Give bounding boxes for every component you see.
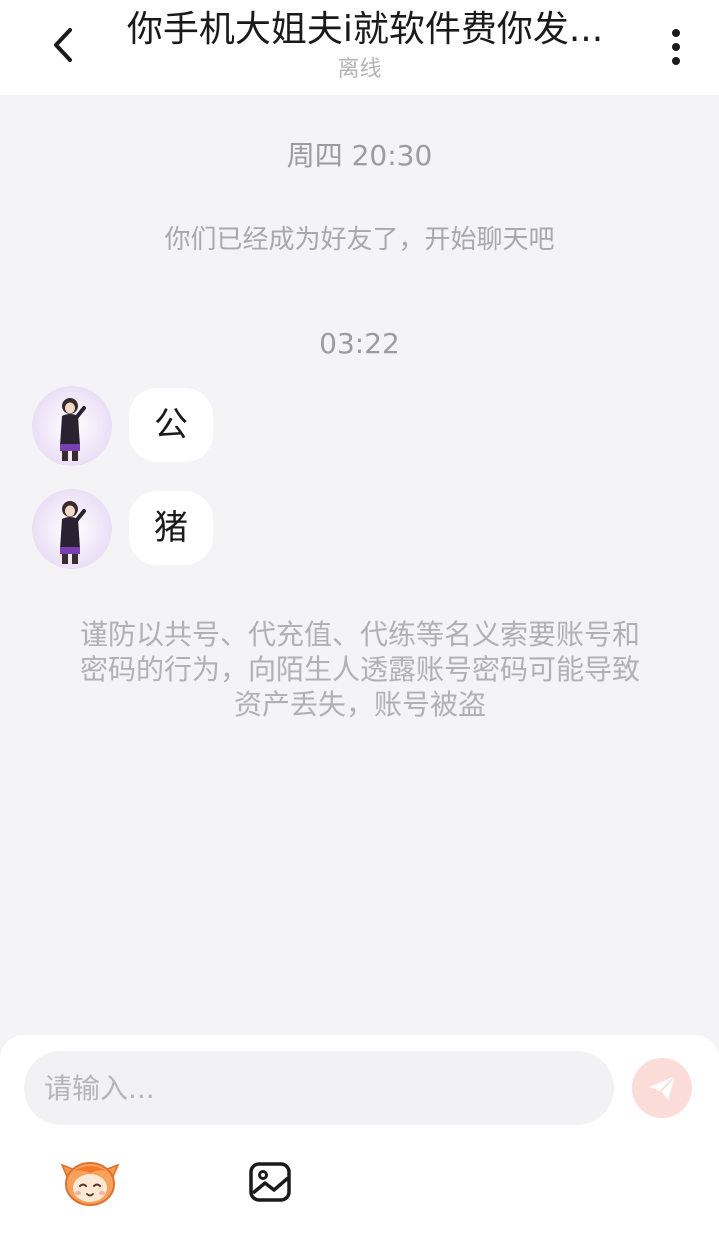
more-vertical-icon	[672, 29, 680, 65]
warning-line: 谨防以共号、代充值、代练等名义索要账号和	[79, 618, 640, 651]
user-avatar-icon	[32, 489, 112, 569]
timestamp: 周四 20:30	[286, 139, 433, 172]
timestamp: 03:22	[319, 327, 400, 360]
send-icon	[649, 1075, 676, 1100]
more-options-button[interactable]	[652, 22, 700, 72]
emoji-sticker-icon	[60, 1162, 120, 1206]
warning-line: 资产丢失，账号被盗	[233, 688, 486, 721]
image-button[interactable]	[246, 1159, 294, 1205]
message-bubble[interactable]: 猪	[129, 491, 213, 565]
send-button[interactable]	[632, 1058, 692, 1118]
chat-title: 你手机大姐夫i就软件费你发...	[126, 9, 604, 50]
message-bubble[interactable]: 公	[129, 388, 213, 462]
avatar[interactable]	[32, 489, 112, 569]
avatar[interactable]	[32, 386, 112, 466]
warning-line: 密码的行为，向陌生人透露账号密码可能导致	[79, 653, 640, 686]
chat-header: 你手机大姐夫i就软件费你发... 离线	[0, 0, 719, 95]
message-input[interactable]	[24, 1051, 614, 1125]
security-warning: 谨防以共号、代充值、代练等名义索要账号和 密码的行为，向陌生人透露账号密码可能导…	[55, 617, 665, 722]
image-icon	[249, 1162, 291, 1202]
emoji-button[interactable]	[60, 1157, 120, 1207]
friend-added-note: 你们已经成为好友了，开始聊天吧	[164, 225, 555, 255]
message-list[interactable]: 周四 20:30 你们已经成为好友了，开始聊天吧 03:22 公 猪 谨防以共号…	[0, 95, 719, 1035]
composer-panel	[0, 1035, 719, 1242]
online-status: 离线	[337, 57, 382, 82]
user-avatar-icon	[32, 386, 112, 466]
